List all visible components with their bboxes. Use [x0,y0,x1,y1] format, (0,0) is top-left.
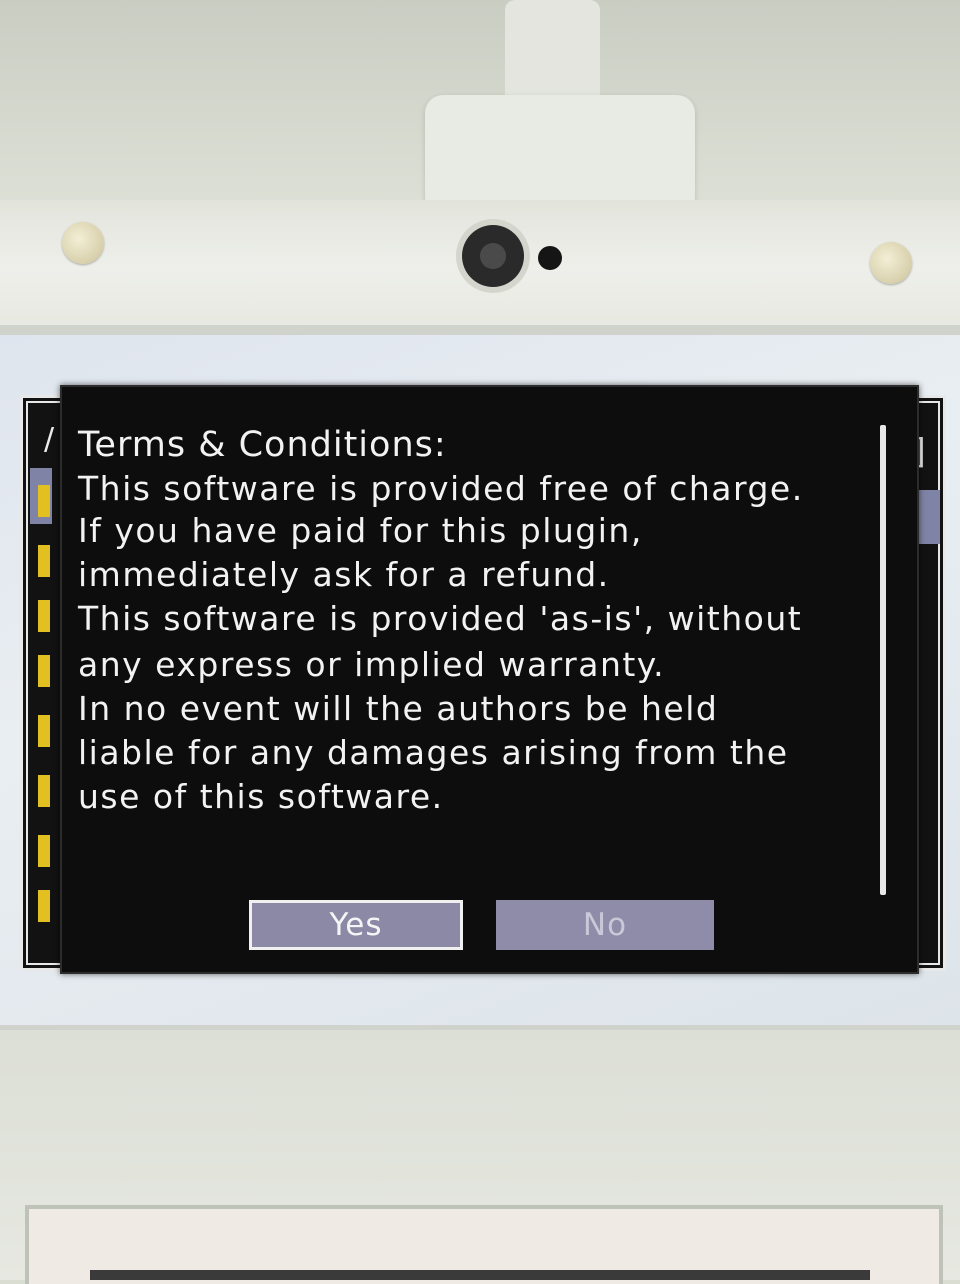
camera-sensor [538,246,562,270]
camera-lens-icon [462,225,524,287]
terms-dialog: Terms & Conditions: This software is pro… [60,385,919,974]
screw-left [62,222,104,264]
charger-cable [505,0,600,110]
terms-line: This software is provided 'as-is', witho… [78,599,803,638]
menu-entry-marker[interactable] [38,890,50,922]
dialog-title: Terms & Conditions: [78,425,447,465]
dialog-scrollbar[interactable] [880,425,886,895]
menu-entry-marker[interactable] [38,545,50,577]
terms-line: This software is provided free of charge… [78,469,804,508]
terms-line: liable for any damages arising from the [78,733,789,772]
terms-line: In no event will the authors be held [78,689,719,728]
menu-entry-marker[interactable] [38,715,50,747]
terms-line: any express or implied warranty. [78,645,666,684]
screw-right [870,242,912,284]
bottom-screen-bar [90,1270,870,1280]
menu-entry-marker[interactable] [38,485,50,517]
menu-entry-marker[interactable] [38,600,50,632]
no-button[interactable]: No [496,900,714,950]
menu-entry-marker[interactable] [38,655,50,687]
menu-entry-marker[interactable] [38,835,50,867]
terms-line: If you have paid for this plugin, [78,511,643,550]
yes-button[interactable]: Yes [249,900,463,950]
menu-entry-marker[interactable] [38,775,50,807]
terms-line: use of this software. [78,777,444,816]
terms-line: immediately ask for a refund. [78,555,610,594]
charger-plug [425,95,695,215]
menu-title-fragment: / [44,422,55,457]
